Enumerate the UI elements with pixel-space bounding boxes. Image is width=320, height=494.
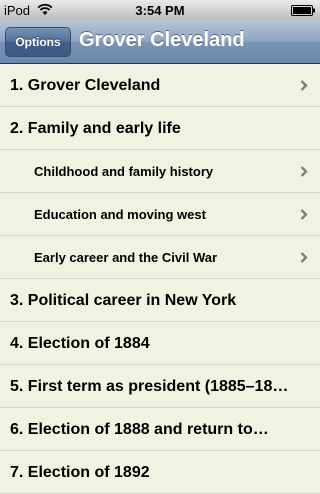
list-item[interactable]: Childhood and family history bbox=[0, 150, 320, 193]
list-item[interactable]: Early career and the Civil War bbox=[0, 236, 320, 279]
list-item[interactable]: Education and moving west bbox=[0, 193, 320, 236]
list-item-label: 1. Grover Cleveland bbox=[10, 77, 161, 94]
page-title: Grover Cleveland bbox=[79, 29, 245, 51]
list-item-label: 3. Political career in New York bbox=[10, 292, 237, 309]
list-item[interactable]: 2. Family and early life bbox=[0, 107, 320, 150]
chevron-right-icon bbox=[300, 166, 308, 177]
list-item[interactable]: 6. Election of 1888 and return to… bbox=[0, 408, 320, 451]
chevron-right-icon bbox=[300, 80, 308, 91]
list-item[interactable]: 7. Election of 1892 bbox=[0, 451, 320, 494]
list-item-label: 4. Election of 1884 bbox=[10, 335, 150, 352]
chevron-right-icon bbox=[300, 209, 308, 220]
list-item-label: 6. Election of 1888 and return to… bbox=[10, 421, 269, 438]
list-item-label: Early career and the Civil War bbox=[34, 250, 218, 265]
list-item[interactable]: 3. Political career in New York bbox=[0, 279, 320, 322]
table-of-contents: 1. Grover Cleveland 2. Family and early l… bbox=[0, 64, 320, 494]
list-item-label: Childhood and family history bbox=[34, 164, 214, 179]
status-bar: iPod 3:54 PM bbox=[0, 0, 320, 20]
list-item[interactable]: 4. Election of 1884 bbox=[0, 322, 320, 365]
navigation-bar: Options Grover Cleveland bbox=[0, 20, 320, 64]
list-item[interactable]: 5. First term as president (1885–18… bbox=[0, 365, 320, 408]
list-item-label: 7. Election of 1892 bbox=[10, 464, 150, 481]
list-item-label: 2. Family and early life bbox=[10, 120, 181, 137]
clock: 3:54 PM bbox=[135, 3, 185, 18]
options-button[interactable]: Options bbox=[5, 27, 71, 57]
list-item-label: 5. First term as president (1885–18… bbox=[10, 378, 289, 395]
list-item[interactable]: 1. Grover Cleveland bbox=[0, 64, 320, 107]
battery-icon bbox=[291, 5, 315, 16]
list-item-label: Education and moving west bbox=[34, 207, 206, 222]
chevron-right-icon bbox=[300, 252, 308, 263]
